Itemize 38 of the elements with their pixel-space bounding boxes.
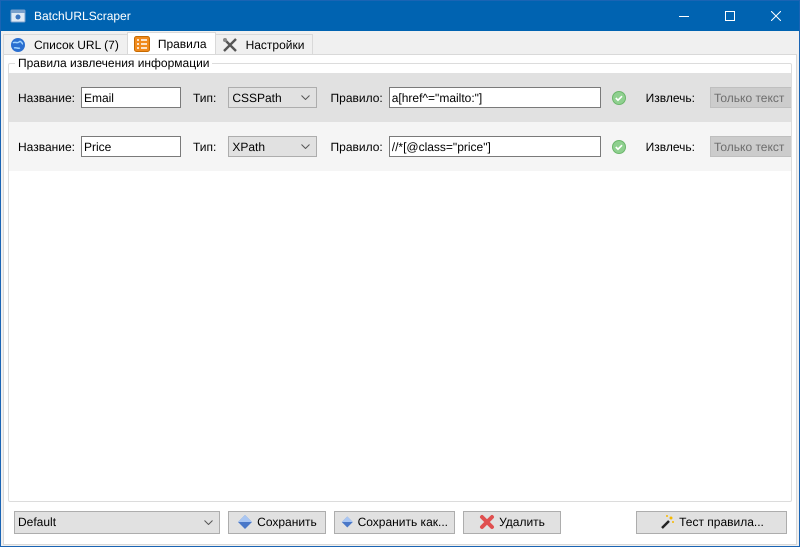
checklist-icon [134, 36, 150, 52]
preset-dropdown[interactable]: Default [14, 510, 220, 534]
tab[interactable]: Список URL (7) [3, 34, 128, 54]
group-title: Правила извлечения информации [15, 56, 212, 70]
save-button[interactable]: Сохранить [228, 510, 326, 534]
name-label: Название: [18, 140, 75, 154]
rule-field[interactable]: //*[@class="price"] [388, 136, 601, 157]
diamond-icon [237, 514, 254, 530]
extract-dropdown: Только текст [710, 136, 791, 157]
test-rule-button[interactable]: Тест правила... [636, 510, 787, 534]
extract-dropdown: Только текст [710, 87, 791, 108]
name-label: Название: [18, 90, 75, 104]
tab[interactable]: Настройки [214, 34, 314, 54]
rule-row[interactable]: Название: Price Тип: XPath Правило: //*[@class="price"] Извлечь: Только текст [9, 122, 791, 171]
name-field[interactable]: Price [80, 136, 181, 157]
tools-icon [222, 36, 238, 52]
delete-button[interactable]: Удалить [463, 510, 561, 534]
type-label: Тип: [192, 90, 216, 104]
rule-row[interactable]: Название: Email Тип: CSSPath Правило: a[href^="mailto:"] Извлечь: Только текст [9, 73, 791, 122]
rule-label: Правило: [330, 140, 383, 154]
close-icon[interactable] [771, 11, 781, 21]
save-as-button[interactable]: Сохранить как... [334, 510, 455, 534]
magic-wand-icon [659, 514, 676, 530]
extract-label: Извлечь: [646, 140, 695, 154]
rule-field[interactable]: a[href^="mailto:"] [388, 87, 601, 108]
delete-icon [479, 514, 496, 530]
type-label: Тип: [192, 140, 216, 154]
diamond-icon [341, 514, 354, 530]
extract-label: Извлечь: [646, 90, 695, 104]
name-field[interactable]: Email [80, 87, 181, 108]
type-dropdown[interactable]: XPath [228, 136, 317, 157]
tab[interactable]: Правила [126, 32, 216, 54]
rule-label: Правило: [330, 90, 383, 104]
window-title: BatchURLScraper [34, 9, 132, 23]
type-dropdown[interactable]: CSSPath [228, 87, 317, 108]
app-icon [10, 8, 26, 24]
globe-icon [10, 36, 26, 52]
maximize-icon[interactable] [725, 11, 735, 21]
